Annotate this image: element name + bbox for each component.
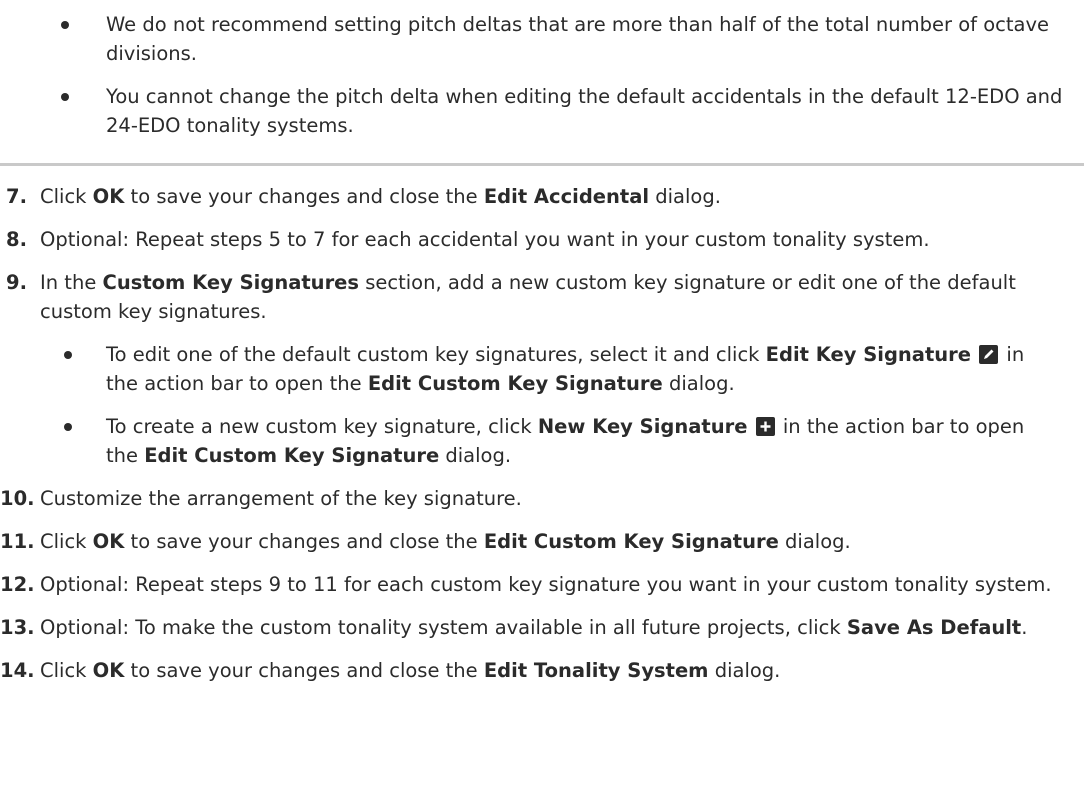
step-text: dialog. <box>662 372 735 395</box>
option-bullet: To edit one of the default custom key si… <box>40 340 1070 398</box>
step-text: dialog. <box>649 185 721 208</box>
pencil-icon <box>979 345 999 364</box>
note-divider <box>0 163 1084 166</box>
bullet-dot <box>64 423 72 431</box>
step-text: Customize the arrangement of the key sig… <box>40 487 522 510</box>
ui-term: Custom Key Signatures <box>102 271 360 294</box>
step-text: to save your changes and close the <box>124 530 484 553</box>
step-11: 11. Click OK to save your changes and cl… <box>0 527 1084 556</box>
step-text: . <box>1021 616 1028 639</box>
ui-term: Edit Accidental <box>483 185 650 208</box>
step-text: dialog. <box>708 659 781 682</box>
ui-term: Edit Custom Key Signature <box>483 530 779 553</box>
step-number: 12. <box>0 573 35 596</box>
step-text: Optional: Repeat steps 9 to 11 for each … <box>40 573 1052 596</box>
step-text: dialog. <box>439 444 512 467</box>
ui-term: Edit Custom Key Signature <box>144 444 440 467</box>
step-number: 10. <box>0 487 35 510</box>
procedure-steps: 7. Click OK to save your changes and clo… <box>0 182 1084 699</box>
note-bullet-text: We do not recommend setting pitch deltas… <box>106 13 1050 65</box>
step-number: 14. <box>0 659 35 682</box>
step-12: 12. Optional: Repeat steps 9 to 11 for e… <box>0 570 1084 599</box>
step-13: 13. Optional: To make the custom tonalit… <box>0 613 1084 642</box>
ui-term: OK <box>92 185 125 208</box>
bullet-dot <box>64 351 72 359</box>
step-text: to save your changes and close the <box>124 185 484 208</box>
note-bullet: You cannot change the pitch delta when e… <box>0 82 1084 140</box>
step-number: 8. <box>6 228 27 251</box>
ui-term: Edit Tonality System <box>483 659 709 682</box>
note-bullet: We do not recommend setting pitch deltas… <box>0 10 1084 68</box>
step-text: Optional: Repeat steps 5 to 7 for each a… <box>40 228 930 251</box>
step-text: Click <box>40 530 93 553</box>
ui-term: Edit Key Signature <box>765 343 972 366</box>
note-bullet-text: You cannot change the pitch delta when e… <box>106 85 1063 137</box>
step-text: Optional: To make the custom tonality sy… <box>40 616 847 639</box>
step-text: Click <box>40 659 93 682</box>
step-10: 10. Customize the arrangement of the key… <box>0 484 1084 513</box>
step-9: 9. In the Custom Key Signatures section,… <box>0 268 1084 470</box>
step-number: 7. <box>6 185 27 208</box>
ui-term: OK <box>92 659 125 682</box>
step-7: 7. Click OK to save your changes and clo… <box>0 182 1084 211</box>
step-number: 9. <box>6 271 27 294</box>
step-9-options: To edit one of the default custom key si… <box>40 340 1070 470</box>
option-bullet: To create a new custom key signature, cl… <box>40 412 1070 470</box>
step-text: dialog. <box>778 530 851 553</box>
step-text: In the <box>40 271 103 294</box>
ui-term: Save As Default <box>846 616 1022 639</box>
step-number: 13. <box>0 616 35 639</box>
step-text: Click <box>40 185 93 208</box>
step-14: 14. Click OK to save your changes and cl… <box>0 656 1084 685</box>
plus-icon <box>755 417 775 436</box>
step-number: 11. <box>0 530 35 553</box>
bullet-dot <box>61 93 69 101</box>
ui-term: Edit Custom Key Signature <box>367 372 663 395</box>
ui-term: New Key Signature <box>537 415 748 438</box>
step-text: To edit one of the default custom key si… <box>106 343 766 366</box>
note-bullet-list: We do not recommend setting pitch deltas… <box>0 0 1084 137</box>
ui-term: OK <box>92 530 125 553</box>
step-text: to save your changes and close the <box>124 659 484 682</box>
step-8: 8. Optional: Repeat steps 5 to 7 for eac… <box>0 225 1084 254</box>
bullet-dot <box>61 21 69 29</box>
step-text: To create a new custom key signature, cl… <box>106 415 538 438</box>
